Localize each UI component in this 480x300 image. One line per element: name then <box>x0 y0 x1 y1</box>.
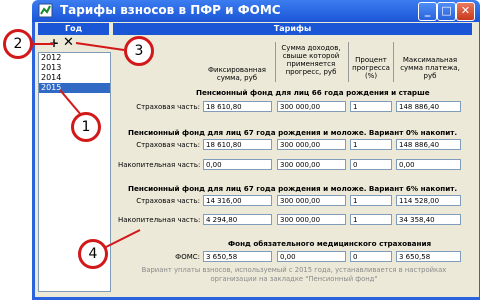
callout-arrow <box>103 229 141 249</box>
callout-arrows <box>30 42 141 249</box>
callout-arrow <box>75 42 125 51</box>
callout-arrow <box>59 89 83 117</box>
callout-2: 2 <box>3 29 33 59</box>
callout-3: 3 <box>124 36 154 66</box>
callout-4: 4 <box>78 239 108 269</box>
callout-1: 1 <box>71 112 101 142</box>
tariffs-window: Тарифы взносов в ПФР и ФОМС _ □ ✕ Год + … <box>0 0 480 300</box>
